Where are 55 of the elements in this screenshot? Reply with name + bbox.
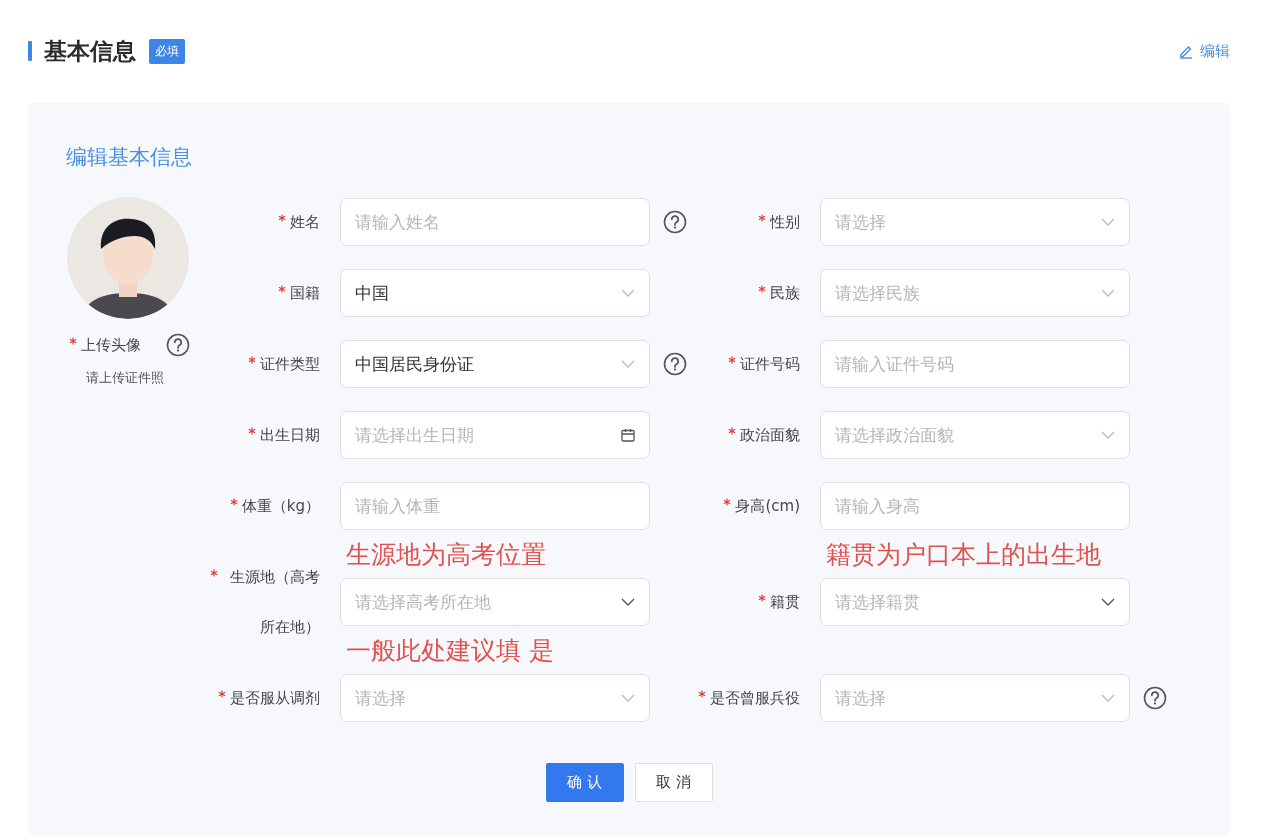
input-field[interactable]: 请输入证件号码 bbox=[820, 340, 1130, 388]
chevron-down-icon bbox=[1101, 218, 1115, 226]
accent-bar bbox=[28, 41, 32, 61]
required-badge: 必填 bbox=[149, 38, 185, 64]
field-label: 生源地（高考所在地） bbox=[229, 567, 320, 638]
help-icon[interactable] bbox=[165, 333, 190, 357]
section-title: 基本信息 bbox=[44, 36, 136, 66]
help-icon[interactable] bbox=[663, 352, 687, 376]
select-field[interactable]: 请选择政治面貌 bbox=[820, 411, 1130, 459]
pencil-icon bbox=[1178, 43, 1194, 59]
annotation-text: 一般此处建议填 是 bbox=[346, 635, 554, 667]
select-field[interactable]: 请选择高考所在地 bbox=[340, 578, 650, 626]
calendar-icon bbox=[621, 428, 635, 442]
field-label: 体重（kg） bbox=[241, 496, 320, 517]
field-label: 政治面貌 bbox=[740, 425, 800, 446]
help-icon[interactable] bbox=[1143, 686, 1167, 710]
field-label: 姓名 bbox=[290, 212, 320, 233]
cancel-button[interactable]: 取 消 bbox=[634, 763, 713, 802]
annotation-text: 籍贯为户口本上的出生地 bbox=[826, 539, 1101, 571]
select-field[interactable]: 请选择 bbox=[820, 674, 1130, 722]
select-field[interactable]: 请选择 bbox=[340, 674, 650, 722]
chevron-down-icon bbox=[621, 360, 635, 368]
input-field[interactable]: 请输入身高 bbox=[820, 482, 1130, 530]
help-icon[interactable] bbox=[663, 210, 687, 234]
field-label: 籍贯 bbox=[770, 592, 800, 613]
edit-link[interactable]: 编辑 bbox=[1178, 41, 1230, 61]
chevron-down-icon bbox=[1101, 431, 1115, 439]
select-field[interactable]: 中国居民身份证 bbox=[340, 340, 650, 388]
chevron-down-icon bbox=[1101, 694, 1115, 702]
annotation-text: 生源地为高考位置 bbox=[346, 539, 546, 571]
field-label: 性别 bbox=[770, 212, 800, 233]
field-label: 身高(cm) bbox=[735, 496, 800, 517]
select-field[interactable]: 请选择民族 bbox=[820, 269, 1130, 317]
field-label: 证件类型 bbox=[260, 354, 320, 375]
select-field[interactable]: 请选择 bbox=[820, 198, 1130, 246]
upload-avatar-label: 上传头像 bbox=[80, 335, 141, 355]
chevron-down-icon bbox=[621, 598, 635, 606]
upload-hint: 请上传证件照 bbox=[86, 369, 164, 387]
field-label: 国籍 bbox=[290, 283, 320, 304]
field-label: 是否曾服兵役 bbox=[710, 688, 800, 709]
select-field[interactable]: 请选择籍贯 bbox=[820, 578, 1130, 626]
field-label: 民族 bbox=[770, 283, 800, 304]
card-title: 编辑基本信息 bbox=[66, 144, 193, 171]
confirm-button[interactable]: 确 认 bbox=[545, 763, 624, 802]
input-field[interactable]: 请输入姓名 bbox=[340, 198, 650, 246]
field-label: 证件号码 bbox=[740, 354, 800, 375]
field-label: 出生日期 bbox=[260, 425, 320, 446]
select-field[interactable]: 中国 bbox=[340, 269, 650, 317]
chevron-down-icon bbox=[621, 694, 635, 702]
date-picker[interactable]: 请选择出生日期 bbox=[340, 411, 650, 459]
chevron-down-icon bbox=[1101, 598, 1115, 606]
field-label: 是否服从调剂 bbox=[230, 688, 320, 709]
chevron-down-icon bbox=[621, 289, 635, 297]
input-field[interactable]: 请输入体重 bbox=[340, 482, 650, 530]
chevron-down-icon bbox=[1101, 289, 1115, 297]
